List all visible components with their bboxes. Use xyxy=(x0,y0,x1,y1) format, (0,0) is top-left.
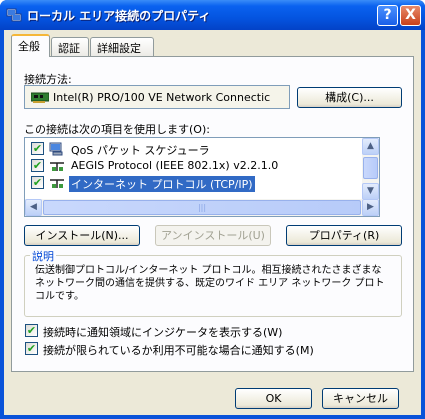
notify-label: 接続が限られているか利用不可能な場合に通知する(M) xyxy=(43,344,314,357)
title-bar[interactable]: ローカル エリア接続のプロパティ ? X xyxy=(0,0,425,30)
help-button[interactable]: ? xyxy=(377,5,398,26)
qos-checkbox[interactable]: ✔ xyxy=(31,142,44,155)
list-item-label: QoS パケット スケジューラ xyxy=(71,144,210,157)
list-item-label: AEGIS Protocol (IEEE 802.1x) v2.2.1.0 xyxy=(71,159,279,172)
aegis-checkbox[interactable]: ✔ xyxy=(31,159,44,172)
notify-option[interactable]: ✔ 接続が限られているか利用不可能な場合に通知する(M) xyxy=(25,341,385,357)
notify-checkbox[interactable]: ✔ xyxy=(25,342,38,355)
horizontal-scrollbar[interactable]: ◀ ||| ▶ xyxy=(25,199,379,216)
tab-authentication[interactable]: 認証 xyxy=(51,37,89,56)
tab-strip: 全般 認証 詳細設定 xyxy=(4,30,421,57)
configure-button[interactable]: 構成(C)... xyxy=(297,87,402,108)
scroll-down-icon[interactable]: ▼ xyxy=(362,183,379,200)
description-title: 説明 xyxy=(30,248,56,264)
network-adapter-icon xyxy=(31,92,49,103)
scroll-left-icon[interactable]: ◀ xyxy=(25,199,42,216)
uninstall-button[interactable]: アンインストール(U) xyxy=(155,225,271,246)
vertical-scrollbar[interactable]: ▲ ▼ xyxy=(362,138,379,200)
list-item[interactable]: ✔ QoS パケット スケジューラ xyxy=(27,141,357,157)
properties-window: ローカル エリア接続のプロパティ ? X 全般 認証 詳細設定 接続方法: In… xyxy=(0,0,425,419)
show-icon-checkbox[interactable]: ✔ xyxy=(25,324,38,337)
components-label: この接続は次の項目を使用します(O): xyxy=(24,123,210,136)
protocol-icon xyxy=(50,162,64,171)
show-icon-option[interactable]: ✔ 接続時に通知領域にインジケータを表示する(W) xyxy=(25,323,365,339)
adapter-name: Intel(R) PRO/100 VE Network Connectic xyxy=(53,91,271,104)
tab-advanced[interactable]: 詳細設定 xyxy=(90,37,154,56)
vertical-scroll-thumb[interactable] xyxy=(363,157,378,179)
general-tab-page: 接続方法: Intel(R) PRO/100 VE Network Connec… xyxy=(11,56,414,372)
adapter-field: Intel(R) PRO/100 VE Network Connectic xyxy=(24,85,290,109)
tcpip-checkbox[interactable]: ✔ xyxy=(31,176,44,189)
install-button[interactable]: インストール(N)... xyxy=(24,225,140,246)
components-list[interactable]: ✔ QoS パケット スケジューラ ✔ AEGIS Protocol (IEEE… xyxy=(24,137,380,217)
scroll-right-icon[interactable]: ▶ xyxy=(362,199,379,216)
qos-icon xyxy=(49,142,63,156)
cancel-button[interactable]: キャンセル xyxy=(322,388,399,409)
description-text: 伝送制御プロトコル/インターネット プロトコル。相互接続されたさまざまなネットワ… xyxy=(35,265,385,302)
scroll-up-icon[interactable]: ▲ xyxy=(362,138,379,155)
close-button[interactable]: X xyxy=(400,5,421,26)
list-item[interactable]: ✔ AEGIS Protocol (IEEE 802.1x) v2.2.1.0 xyxy=(27,158,357,174)
protocol-icon xyxy=(50,179,64,188)
dialog-client: 全般 認証 詳細設定 接続方法: Intel(R) PRO/100 VE Net… xyxy=(4,30,421,415)
ok-button[interactable]: OK xyxy=(235,388,312,409)
window-title: ローカル エリア接続のプロパティ xyxy=(27,9,211,23)
network-connection-icon xyxy=(6,8,22,22)
list-item[interactable]: ✔ インターネット プロトコル (TCP/IP) xyxy=(27,175,357,192)
list-item-label: インターネット プロトコル (TCP/IP) xyxy=(69,176,255,192)
properties-button[interactable]: プロパティ(R) xyxy=(286,225,402,246)
tab-general[interactable]: 全般 xyxy=(11,34,50,57)
horizontal-scroll-thumb[interactable]: ||| xyxy=(43,200,361,215)
show-icon-label: 接続時に通知領域にインジケータを表示する(W) xyxy=(43,326,283,339)
